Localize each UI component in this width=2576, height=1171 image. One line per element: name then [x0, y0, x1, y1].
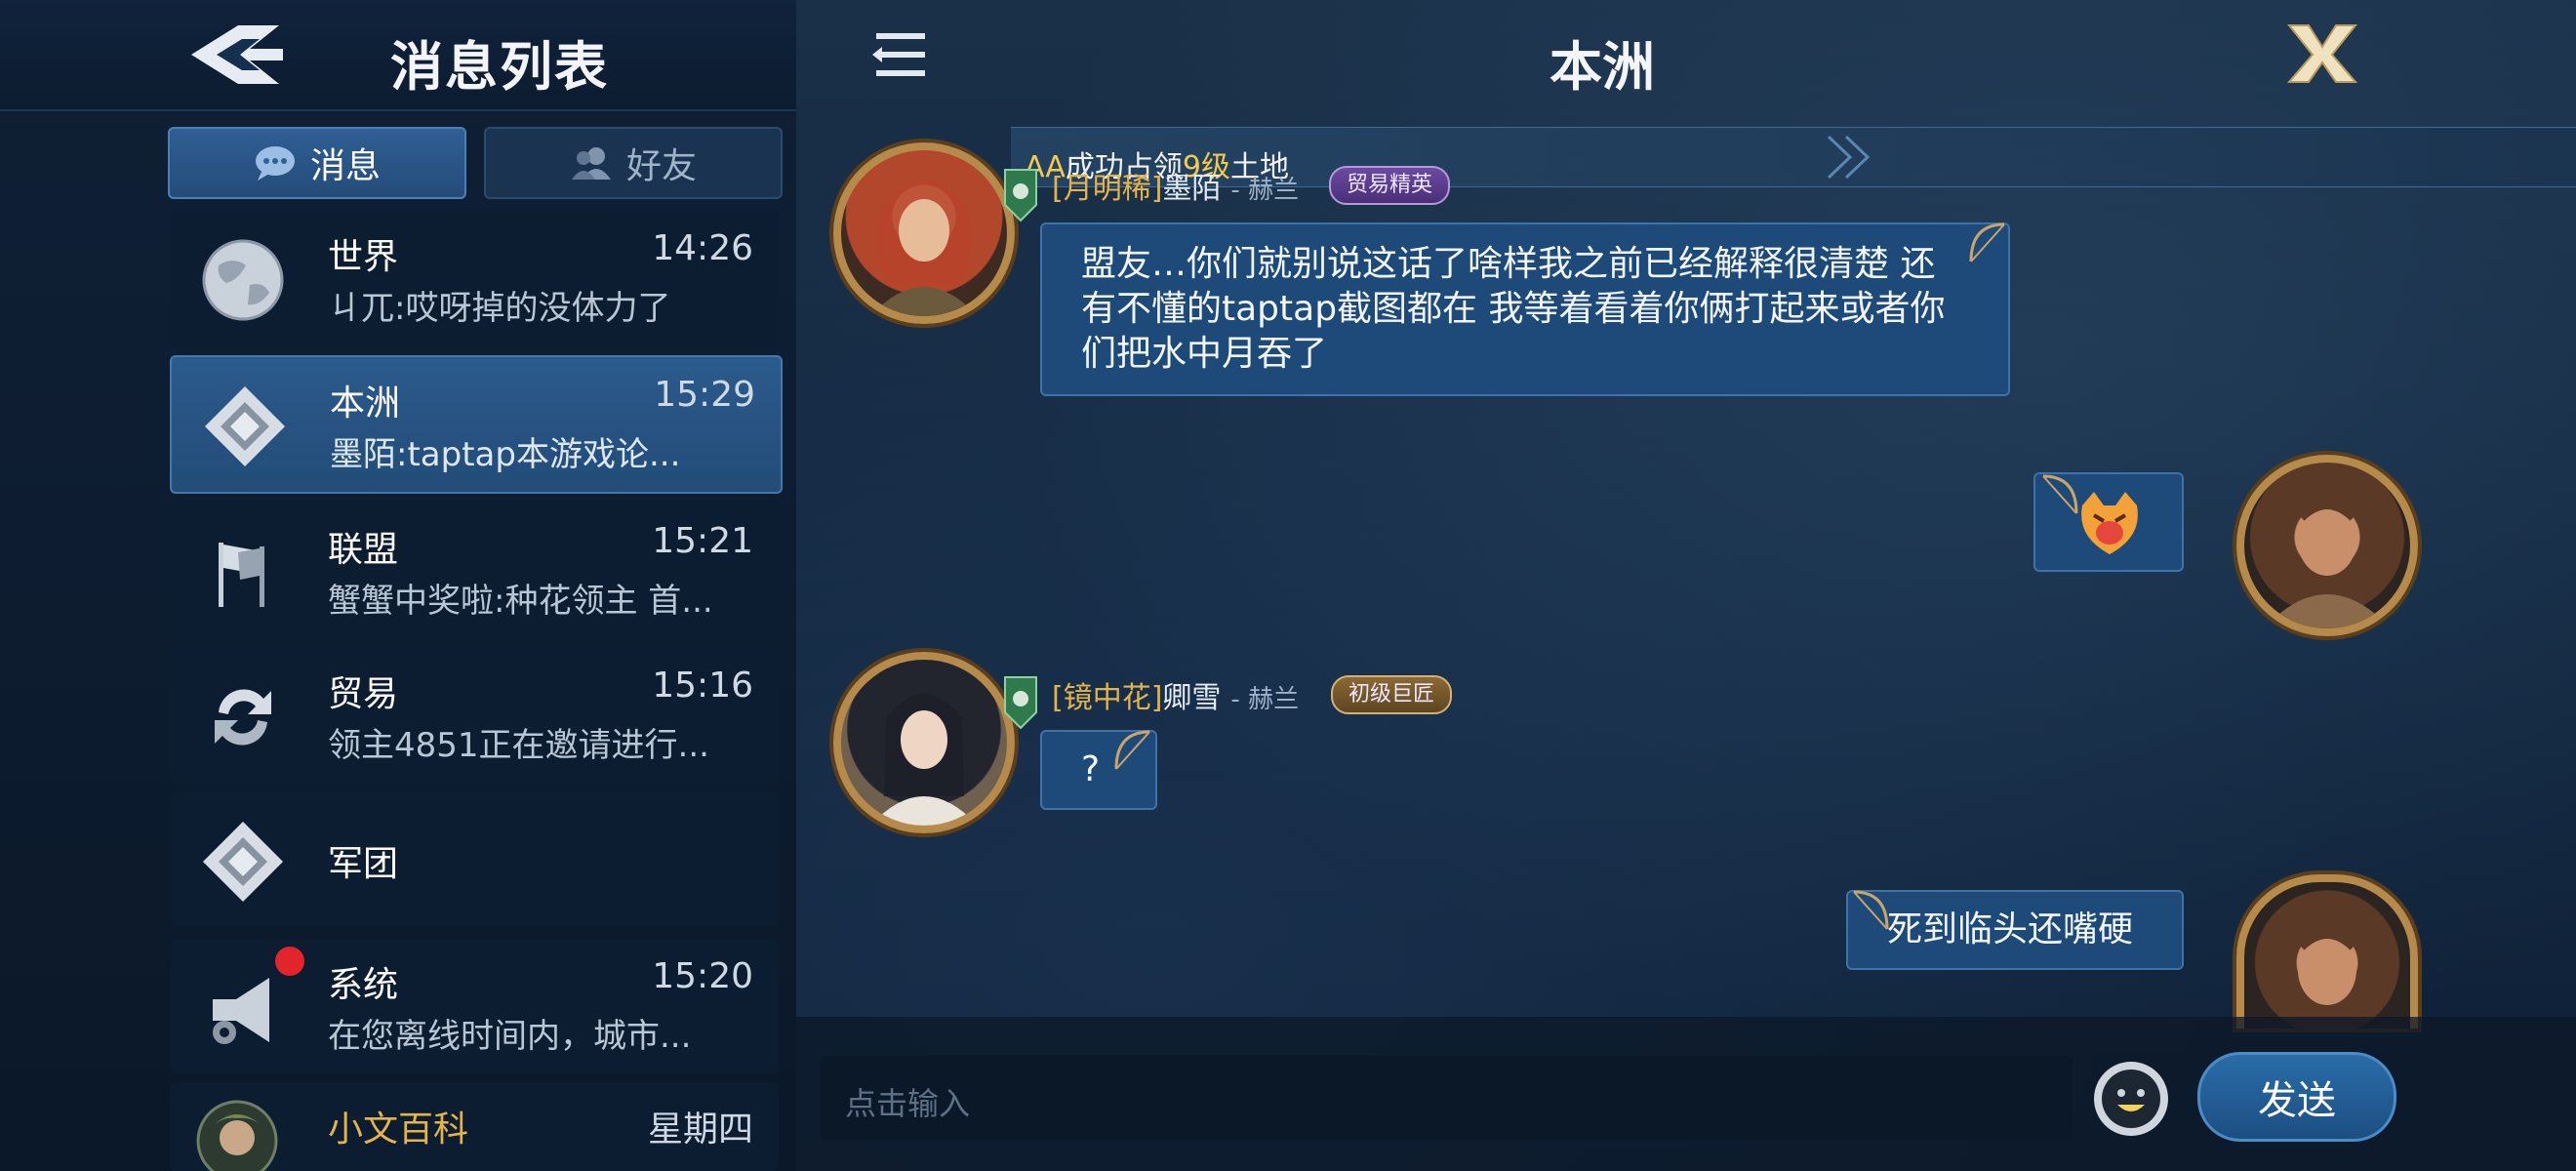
avatar[interactable]	[833, 142, 1015, 324]
avatar	[196, 1100, 278, 1171]
tab-friends[interactable]: 好友	[484, 127, 783, 199]
chat-header: 本洲	[796, 0, 2576, 109]
menu-button[interactable]	[872, 27, 931, 82]
message-list-panel: 消息列表 消息 好友 世界 14:26 ㄐ兀:哎呀掉的没体力了 本洲 15:29…	[0, 0, 796, 1171]
back-arrow-icon	[191, 25, 283, 84]
item-time: 15:29	[654, 375, 755, 415]
item-time: 15:16	[652, 666, 753, 706]
avatar-portrait	[870, 694, 978, 826]
bow-icon	[2042, 474, 2078, 514]
item-time: 15:21	[652, 521, 753, 561]
back-button[interactable]	[181, 20, 291, 90]
friends-icon	[571, 147, 611, 180]
sender-info: [镜中花]卿雪 - 赫兰	[1052, 673, 1299, 716]
megaphone-icon	[213, 978, 269, 1044]
diamond-icon	[205, 386, 285, 466]
emoji-button[interactable]	[2094, 1062, 2168, 1136]
page-title: 消息列表	[390, 36, 609, 98]
flags-icon	[219, 543, 264, 607]
avatar-portrait	[2297, 929, 2357, 1005]
avatar[interactable]	[833, 652, 1015, 833]
item-preview: ㄐ兀:哎呀掉的没体力了	[328, 289, 671, 328]
sender-name[interactable]: 卿雪	[1162, 681, 1221, 715]
avatar[interactable]	[2236, 455, 2418, 636]
sender-server: - 赫兰	[1230, 176, 1300, 205]
message-bubble[interactable]: 死到临头还嘴硬	[1846, 890, 2184, 970]
avatar-portrait	[870, 180, 978, 316]
close-icon	[2286, 24, 2358, 83]
send-button[interactable]: 发送	[2197, 1052, 2396, 1142]
avatar[interactable]	[2236, 874, 2418, 1029]
input-placeholder: 点击输入	[845, 1085, 971, 1122]
notification-dot	[275, 947, 304, 976]
sender-name[interactable]: 墨陌	[1162, 172, 1221, 206]
sender-server: - 赫兰	[1230, 685, 1300, 714]
sender-info: [月明稀]墨陌 - 赫兰	[1052, 164, 1299, 207]
chat-panel: 本洲 AA成功占领9级土地 [月明稀]墨陌 - 赫兰 贸易精英 盟友…你们就别说这…	[796, 0, 2576, 1171]
list-item-trade[interactable]: 贸易 15:16 领主4851正在邀请进行...	[170, 648, 779, 783]
tab-friends-label: 好友	[625, 146, 697, 186]
tab-messages-label: 消息	[309, 146, 381, 186]
item-time: 15:20	[652, 956, 753, 996]
item-name: 系统	[328, 965, 399, 1005]
chat-title: 本洲	[1550, 36, 1655, 98]
item-name: 贸易	[328, 674, 399, 714]
guild-tag: [镜中花]	[1052, 681, 1163, 715]
item-name: 军团	[328, 844, 399, 884]
item-name: 小文百科	[328, 1110, 469, 1150]
item-time: 星期四	[647, 1110, 753, 1150]
avatar-portrait	[2264, 500, 2391, 628]
message-text: 盟友…你们就别说这话了啥样我之前已经解释很清楚 还有不懂的taptap截图都在 …	[1081, 244, 1946, 374]
item-time: 14:26	[652, 228, 753, 268]
message-input[interactable]: 点击输入	[820, 1056, 2073, 1140]
message-text: 死到临头还嘴硬	[1887, 909, 2134, 949]
guild-tag: [月明稀]	[1052, 172, 1163, 206]
item-name: 联盟	[328, 530, 399, 570]
item-name: 本洲	[330, 384, 401, 424]
bow-icon	[1853, 890, 1889, 930]
item-preview: 领主4851正在邀请进行...	[328, 726, 709, 765]
item-preview: 墨陌:taptap本游戏论...	[330, 435, 681, 474]
rank-badge: 贸易精英	[1329, 166, 1451, 205]
bow-icon	[1969, 222, 2005, 262]
message-bubble[interactable]: 盟友…你们就别说这话了啥样我之前已经解释很清楚 还有不懂的taptap截图都在 …	[1040, 222, 2010, 396]
tab-messages[interactable]: 消息	[168, 127, 466, 199]
left-header: 消息列表	[0, 0, 796, 111]
guild-shield-icon	[1004, 676, 1037, 730]
bow-icon	[1114, 730, 1150, 770]
list-item-legion[interactable]: 军团	[170, 792, 779, 927]
list-item-system[interactable]: 系统 15:20 在您离线时间内，城市...	[170, 939, 779, 1073]
angry-cat-sticker	[2081, 492, 2138, 554]
exchange-icon	[215, 689, 271, 746]
close-button[interactable]	[2283, 20, 2361, 88]
list-item-wiki[interactable]: 小文百科 星期四	[170, 1083, 779, 1171]
chat-bubble-icon	[255, 146, 295, 181]
list-item-world[interactable]: 世界 14:26 ㄐ兀:哎呀掉的没体力了	[170, 211, 779, 345]
guild-shield-icon	[1004, 169, 1037, 222]
diamond-icon	[203, 822, 283, 902]
list-item-continent[interactable]: 本洲 15:29 墨陌:taptap本游戏论...	[170, 355, 783, 494]
globe-icon	[202, 239, 284, 321]
rank-badge: 初级巨匠	[1331, 675, 1453, 714]
item-name: 世界	[328, 237, 399, 277]
smiley-icon	[2102, 1070, 2160, 1128]
item-preview: 在您离线时间内，城市...	[328, 1017, 692, 1056]
menu-icon	[872, 33, 925, 76]
item-preview: 蟹蟹中奖啦:种花领主 首...	[328, 582, 713, 621]
list-item-alliance[interactable]: 联盟 15:21 蟹蟹中奖啦:种花领主 首...	[170, 504, 779, 638]
chevron-right-icon	[1827, 135, 1871, 180]
